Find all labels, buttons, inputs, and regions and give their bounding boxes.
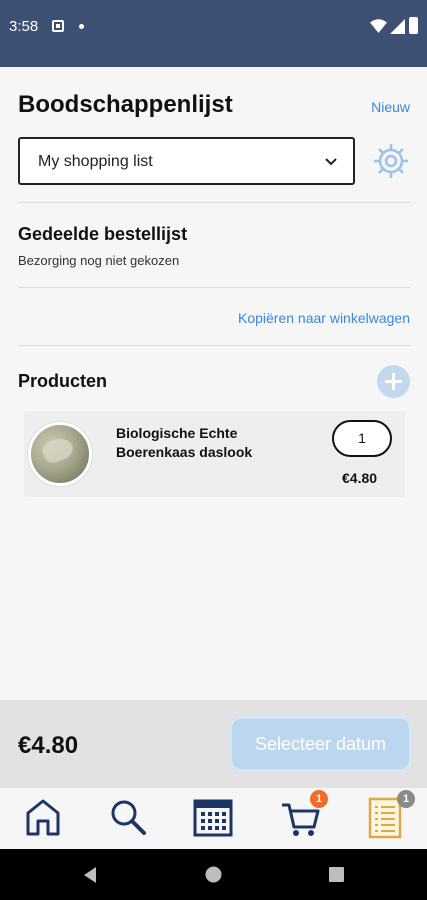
shared-list-subtitle: Bezorging nog niet gekozen: [18, 253, 180, 268]
signal-icon: [390, 19, 405, 34]
main-content: Boodschappenlijst Nieuw My shopping list…: [0, 67, 427, 700]
product-image: [28, 422, 92, 486]
tab-calendar[interactable]: [193, 797, 237, 841]
copy-to-cart-link[interactable]: Kopiëren naar winkelwagen: [238, 310, 410, 326]
tab-shopping-list[interactable]: 1: [367, 790, 415, 841]
wifi-icon: [370, 19, 387, 33]
bottom-tab-bar: 1 1: [0, 788, 427, 849]
home-icon: [26, 799, 60, 836]
select-date-button[interactable]: Selecteer datum: [232, 719, 409, 769]
tab-cart[interactable]: 1: [280, 790, 328, 841]
divider: [18, 345, 410, 346]
tab-search[interactable]: [108, 797, 152, 841]
product-price: €4.80: [342, 470, 378, 486]
settings-gear-icon[interactable]: [372, 142, 410, 180]
tab-home[interactable]: [24, 797, 68, 841]
cart-badge: 1: [310, 790, 328, 808]
divider: [18, 287, 410, 288]
sim-notification-icon: [52, 20, 64, 32]
product-list-item[interactable]: Biologische Echte Boerenkaas daslook 1 €…: [24, 411, 405, 497]
search-icon: [111, 800, 146, 835]
new-list-link[interactable]: Nieuw: [371, 99, 410, 115]
page-title: Boodschappenlijst: [18, 91, 233, 118]
shared-list-title: Gedeelde bestellijst: [18, 224, 188, 244]
battery-icon: [409, 17, 418, 34]
status-bar: 3:58: [0, 0, 427, 67]
shopping-list-select-value: My shopping list: [38, 153, 153, 170]
home-nav-icon[interactable]: [205, 866, 222, 883]
shopping-list-badge: 1: [397, 790, 415, 808]
notification-dot-icon: [79, 24, 84, 29]
products-title: Producten: [18, 371, 108, 391]
quantity-stepper[interactable]: 1: [332, 420, 392, 457]
back-icon[interactable]: [82, 866, 98, 884]
product-name: Biologische Echte Boerenkaas daslook: [116, 425, 253, 460]
recents-icon[interactable]: [329, 867, 344, 882]
checkout-bar: €4.80 Selecteer datum: [0, 700, 427, 788]
divider: [18, 202, 410, 203]
calendar-icon: [193, 799, 233, 837]
total-price: €4.80: [18, 732, 79, 759]
add-product-button[interactable]: [377, 365, 410, 398]
status-time: 3:58: [9, 18, 39, 35]
system-navigation-bar: [0, 849, 427, 900]
chevron-down-icon: [325, 158, 337, 166]
shopping-list-select[interactable]: My shopping list: [18, 137, 355, 185]
